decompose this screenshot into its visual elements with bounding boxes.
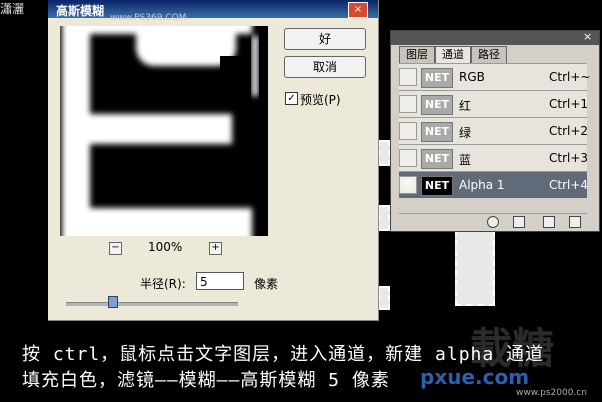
gaussian-blur-dialog: 高斯模糊 www.PS369.COM × 好 取消 ✓ 预览(P) − 100%… [48, 0, 379, 321]
channel-row-blue[interactable]: NET 蓝 Ctrl+3 [399, 144, 589, 171]
tab-paths[interactable]: 路径 [471, 46, 507, 63]
eye-icon[interactable]: 👁 [399, 176, 417, 194]
radius-unit: 像素 [254, 277, 279, 291]
dialog-titlebar[interactable]: 高斯模糊 www.PS369.COM × [48, 0, 378, 23]
load-selection-icon[interactable] [487, 216, 499, 228]
channel-label: 红 [459, 99, 472, 113]
title-watermark: www.PS369.COM [110, 13, 187, 23]
channel-row-red[interactable]: NET 红 Ctrl+1 [399, 90, 589, 117]
dialog-title: 高斯模糊 [56, 4, 105, 18]
preview-checkbox[interactable]: ✓ [285, 92, 298, 105]
ok-button[interactable]: 好 [284, 28, 366, 50]
channel-thumbnail: NET [421, 95, 453, 115]
channel-label: 绿 [459, 126, 472, 140]
save-selection-icon[interactable] [513, 216, 525, 228]
radius-slider-thumb[interactable] [108, 296, 118, 308]
channel-row-green[interactable]: NET 绿 Ctrl+2 [399, 117, 589, 144]
watermark-small: www.ps2000.cn [516, 388, 587, 398]
panel-close-icon[interactable]: × [583, 30, 592, 43]
canvas-shape [378, 140, 390, 166]
preview-canvas[interactable] [60, 26, 268, 236]
watermark-site: pxue.com [420, 365, 530, 389]
channel-label: Alpha 1 [459, 178, 505, 192]
channel-shortcut: Ctrl+3 [549, 151, 589, 165]
caption-line-1: 按 ctrl，鼠标点击文字图层，进入通道，新建 alpha 通道 [22, 344, 545, 365]
canvas-shape [378, 205, 390, 231]
top-left-text: 瀟灑 [0, 2, 25, 16]
channels-panel: × 图层 通道 路径 NET RGB Ctrl+~ NET 红 Ctrl+1 N… [390, 30, 600, 232]
canvas-shape [455, 230, 495, 306]
trash-icon[interactable] [569, 216, 581, 228]
radius-slider-track[interactable] [66, 302, 238, 306]
radius-label: 半径(R): [140, 277, 186, 291]
channel-shortcut: Ctrl+4 [549, 178, 589, 192]
channel-row-rgb[interactable]: NET RGB Ctrl+~ [399, 63, 591, 90]
channel-thumbnail: NET [421, 122, 453, 142]
tab-layers[interactable]: 图层 [399, 46, 435, 63]
channel-thumbnail: NET [421, 176, 453, 196]
zoom-out-button[interactable]: − [109, 242, 122, 255]
channel-thumbnail: NET [421, 68, 453, 88]
preview-e-glyph [60, 26, 268, 236]
zoom-level: 100% [148, 240, 183, 254]
channel-shortcut: Ctrl+2 [549, 124, 589, 138]
zoom-in-button[interactable]: + [209, 242, 222, 255]
panel-footer [399, 213, 587, 230]
caption-line-2: 填充白色，滤镜——模糊——高斯模糊 5 像素 [22, 370, 390, 391]
panel-header[interactable]: × [391, 30, 599, 45]
visibility-toggle[interactable] [399, 68, 417, 86]
channel-shortcut: Ctrl+1 [549, 97, 589, 111]
visibility-toggle[interactable] [399, 122, 417, 140]
cancel-button[interactable]: 取消 [284, 56, 366, 78]
radius-input[interactable]: 5 [196, 272, 244, 290]
visibility-toggle[interactable] [399, 95, 417, 113]
visibility-toggle[interactable] [399, 149, 417, 167]
channel-shortcut: Ctrl+~ [549, 70, 591, 84]
tab-channels[interactable]: 通道 [435, 46, 471, 63]
close-icon[interactable]: × [348, 2, 368, 18]
channel-label: 蓝 [459, 153, 472, 167]
channel-row-alpha-1[interactable]: 👁 NET Alpha 1 Ctrl+4 [399, 171, 589, 198]
channel-thumbnail: NET [421, 149, 453, 169]
preview-label: 预览(P) [300, 93, 341, 107]
new-channel-icon[interactable] [543, 216, 555, 228]
channel-label: RGB [459, 70, 485, 84]
canvas-shape [378, 286, 390, 310]
